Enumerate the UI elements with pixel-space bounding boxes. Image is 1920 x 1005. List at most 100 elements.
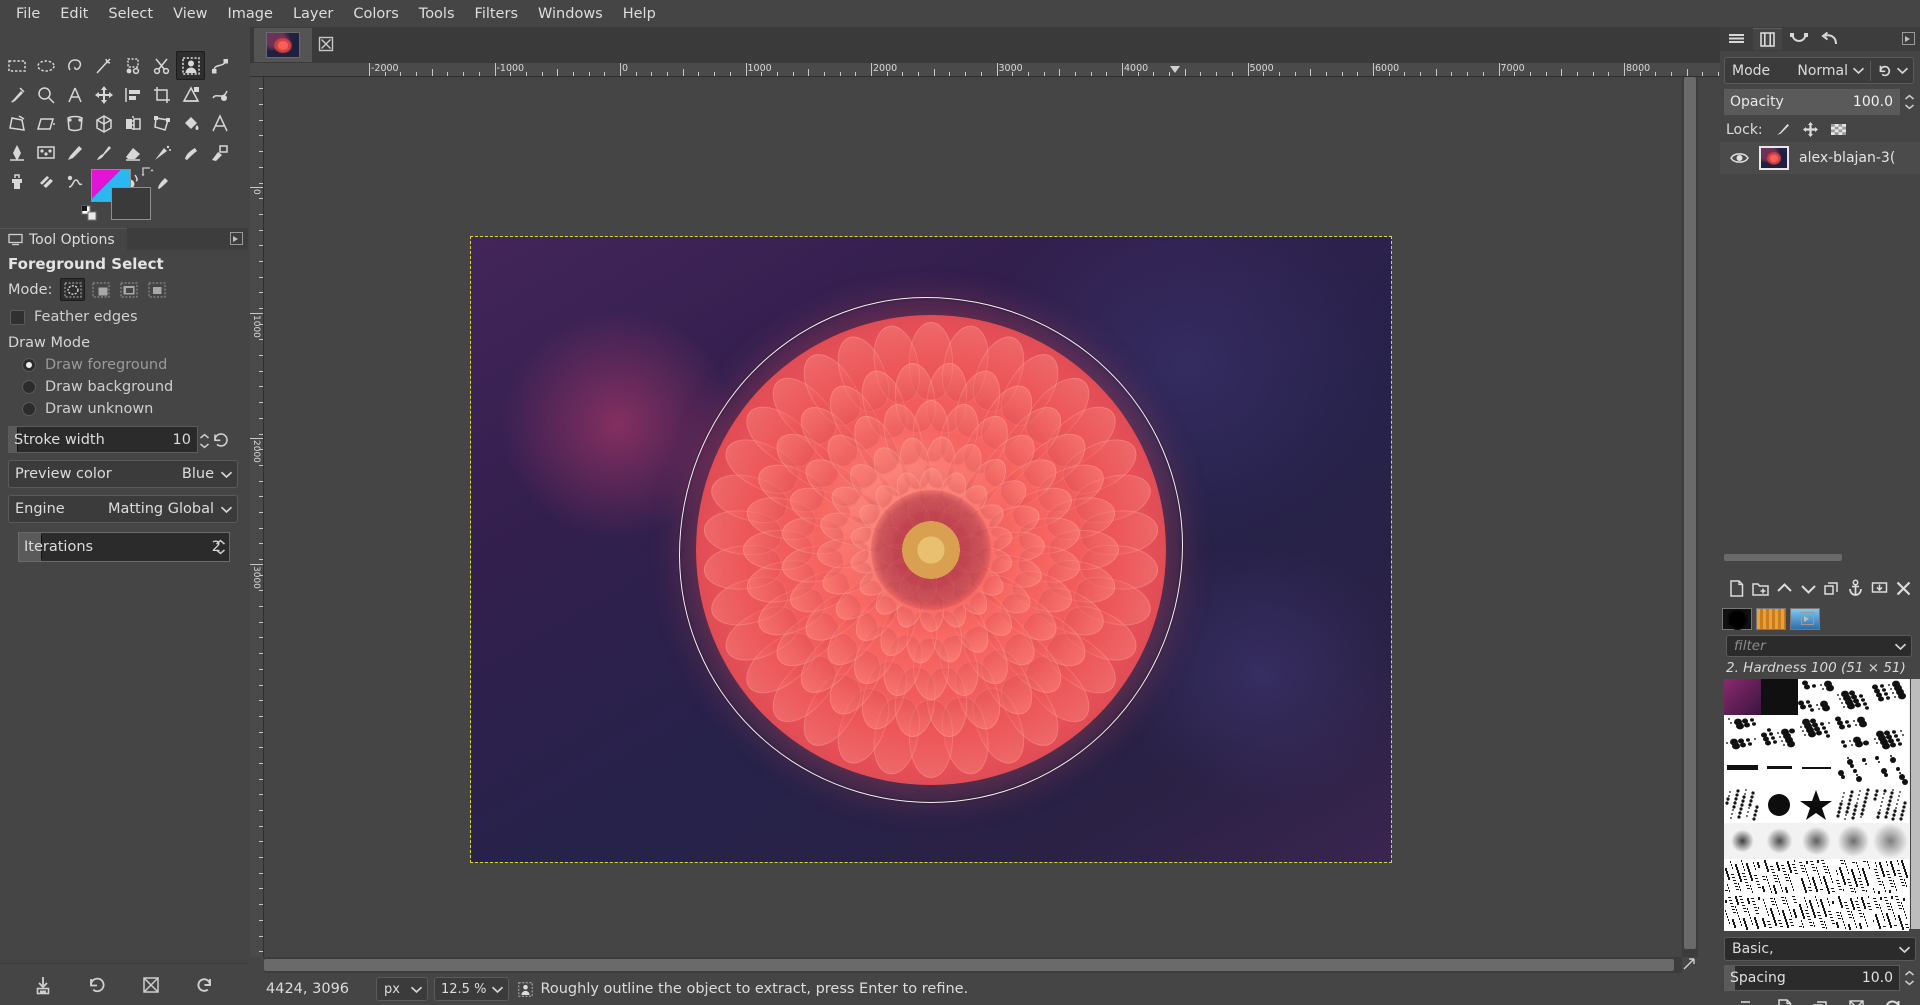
background-color-swatch[interactable]	[111, 187, 151, 220]
alignment-icon[interactable]	[118, 80, 147, 109]
unit-dropdown[interactable]: px	[376, 977, 428, 1001]
scissors-select-icon[interactable]	[147, 51, 176, 80]
draw-background-radio[interactable]	[22, 380, 36, 394]
close-image-button[interactable]	[316, 34, 336, 54]
restore-tool-options-icon[interactable]	[86, 974, 108, 996]
color-picker-icon[interactable]	[2, 80, 31, 109]
brush-thumbnail[interactable]	[1798, 751, 1835, 787]
vertical-scrollbar[interactable]	[1682, 77, 1698, 957]
text-icon[interactable]	[205, 109, 234, 138]
draw-unknown-radio[interactable]	[22, 402, 36, 416]
menu-item-windows[interactable]: Windows	[528, 2, 613, 26]
menu-item-view[interactable]: View	[163, 2, 217, 26]
refresh-brushes-icon[interactable]	[1883, 998, 1902, 1005]
brush-thumbnail[interactable]	[1835, 751, 1872, 787]
foreground-select-icon[interactable]	[176, 51, 205, 80]
pencil-icon[interactable]	[60, 138, 89, 167]
canvas-viewport[interactable]	[264, 77, 1704, 957]
horizontal-scroll-thumb[interactable]	[264, 959, 1674, 971]
mode-intersect-button[interactable]	[144, 278, 169, 301]
brush-thumbnail[interactable]	[1872, 751, 1909, 787]
tab-brushes[interactable]	[1722, 608, 1752, 630]
iterations-slider[interactable]: Iterations 2	[18, 532, 230, 562]
menu-item-filters[interactable]: Filters	[465, 2, 528, 26]
menu-item-select[interactable]: Select	[98, 2, 163, 26]
airbrush-icon[interactable]	[147, 138, 176, 167]
delete-tool-options-icon[interactable]	[140, 974, 162, 996]
brush-thumbnail[interactable]	[1835, 787, 1872, 823]
raise-layer-icon[interactable]	[1775, 579, 1794, 598]
brush-thumbnail[interactable]	[1872, 859, 1909, 895]
free-select-icon[interactable]	[60, 51, 89, 80]
brush-thumbnail[interactable]	[1724, 751, 1761, 787]
mode-subtract-button[interactable]	[116, 278, 141, 301]
brush-thumbnail[interactable]	[1798, 715, 1835, 751]
brush-thumbnail[interactable]	[1761, 715, 1798, 751]
brush-tag-dropdown[interactable]: Basic,	[1724, 937, 1916, 961]
brush-thumbnail[interactable]	[1872, 787, 1909, 823]
paths-icon[interactable]	[205, 51, 234, 80]
brush-thumbnail[interactable]	[1798, 895, 1835, 931]
brush-thumbnail[interactable]	[1761, 679, 1798, 715]
stroke-width-slider[interactable]: Stroke width 10	[8, 426, 228, 453]
delete-layer-icon[interactable]	[1894, 579, 1913, 598]
perspective-clone-icon[interactable]	[2, 109, 31, 138]
brush-thumbnail[interactable]	[1835, 859, 1872, 895]
brush-thumbnail[interactable]	[1835, 823, 1872, 859]
brush-thumbnail[interactable]	[1724, 787, 1761, 823]
fuzzy-select-icon[interactable]	[89, 51, 118, 80]
composite-mode-icon[interactable]	[1876, 62, 1893, 79]
merge-down-icon[interactable]	[1870, 579, 1889, 598]
edit-brush-icon[interactable]	[1739, 998, 1758, 1005]
zoom-icon[interactable]	[31, 80, 60, 109]
lock-position-icon[interactable]	[1802, 121, 1819, 138]
tab-tool-options[interactable]: Tool Options	[0, 228, 127, 250]
brush-thumbnail[interactable]	[1761, 751, 1798, 787]
layer-list[interactable]	[1720, 174, 1920, 566]
brush-thumbnail[interactable]	[1724, 895, 1761, 931]
brush-thumbnail[interactable]	[1761, 787, 1798, 823]
brush-grid-scrollbar[interactable]	[1911, 679, 1920, 929]
brush-thumbnail[interactable]	[1761, 823, 1798, 859]
mode-add-button[interactable]	[88, 278, 113, 301]
bucket-fill-icon[interactable]	[176, 109, 205, 138]
spacing-stepper[interactable]	[1902, 965, 1916, 991]
tab-paths[interactable]	[1784, 28, 1813, 50]
chevron-down-icon[interactable]	[1852, 66, 1865, 75]
zoom-dropdown[interactable]: 12.5 %	[434, 977, 510, 1001]
menu-item-help[interactable]: Help	[613, 2, 666, 26]
new-brush-icon[interactable]	[1775, 998, 1794, 1005]
layer-row[interactable]: alex-blajan-3(	[1720, 142, 1920, 174]
duplicate-brush-icon[interactable]	[1811, 998, 1830, 1005]
horizontal-ruler[interactable]: -2000 -1000 0 1000 2000 3000 4000 5000 6000 7000 8…	[250, 63, 1720, 77]
draw-foreground-radio[interactable]	[22, 358, 36, 372]
select-by-color-icon[interactable]	[118, 51, 147, 80]
navigation-preview-button[interactable]	[1682, 957, 1698, 973]
tab-layers[interactable]	[1722, 28, 1751, 50]
shear-icon[interactable]	[31, 109, 60, 138]
eye-icon[interactable]	[1730, 151, 1749, 165]
brush-thumbnail[interactable]	[1872, 715, 1909, 751]
brush-thumbnail[interactable]	[1835, 715, 1872, 751]
duplicate-layer-icon[interactable]	[1822, 579, 1841, 598]
dock-menu-button[interactable]	[230, 232, 243, 245]
menu-item-tools[interactable]: Tools	[409, 2, 465, 26]
draw-background-row[interactable]: Draw background	[0, 376, 248, 398]
brush-thumbnail[interactable]	[1872, 823, 1909, 859]
reset-colors-icon[interactable]	[81, 205, 98, 222]
mypaint-brush-icon[interactable]	[205, 138, 234, 167]
mode-replace-button[interactable]	[60, 278, 86, 301]
reset-stroke-width-icon[interactable]	[211, 430, 231, 450]
crop-icon[interactable]	[147, 80, 176, 109]
brush-thumbnail[interactable]	[1872, 679, 1909, 715]
lower-layer-icon[interactable]	[1799, 579, 1818, 598]
brush-thumbnail[interactable]	[1724, 823, 1761, 859]
chevron-down-icon[interactable]	[1896, 66, 1909, 75]
brush-thumbnail[interactable]	[1798, 679, 1835, 715]
layer-list-scrollbar[interactable]	[1724, 554, 1842, 561]
spacing-slider[interactable]: Spacing 10.0	[1724, 965, 1900, 991]
canvas-image[interactable]	[470, 236, 1392, 863]
save-tool-options-icon[interactable]	[32, 974, 54, 996]
preview-color-dropdown[interactable]: Preview color Blue	[8, 460, 238, 488]
chevron-down-icon[interactable]	[1894, 642, 1907, 651]
